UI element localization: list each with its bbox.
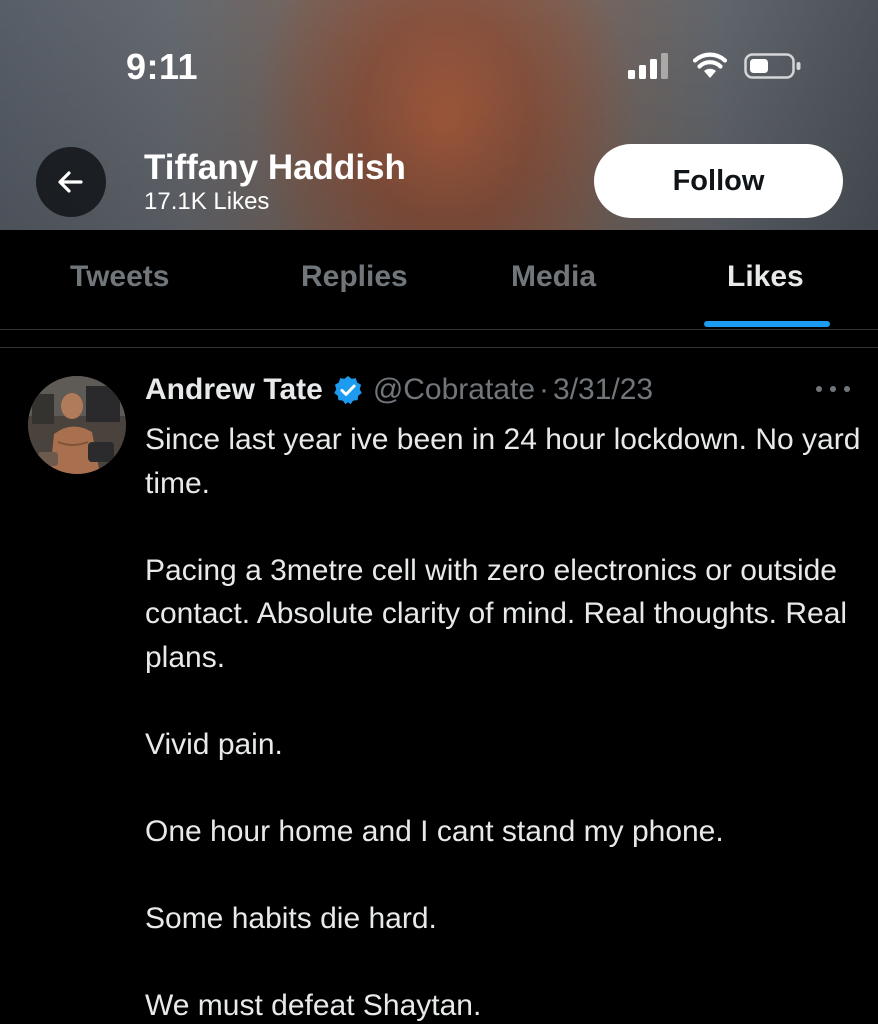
- profile-likes-count: 17.1K Likes: [144, 188, 270, 215]
- profile-tabs: Tweets Replies Media Likes: [0, 230, 878, 330]
- profile-header-banner: 9:11 Tiffany Haddish 17.1K Likes Follow: [0, 0, 878, 230]
- tab-media[interactable]: Media: [511, 260, 596, 294]
- more-dot: [816, 386, 822, 392]
- tweet-text: Since last year ive been in 24 hour lock…: [145, 418, 865, 1024]
- verified-badge-icon: [334, 376, 362, 405]
- tweet-header: Andrew Tate @Cobratate · 3/31/23: [145, 370, 653, 410]
- avatar[interactable]: [28, 376, 126, 474]
- avatar-image: [28, 376, 126, 474]
- tweet-paragraph: Pacing a 3metre cell with zero electroni…: [145, 553, 848, 674]
- active-tab-indicator: [704, 321, 830, 327]
- tweet-date[interactable]: 3/31/23: [553, 373, 653, 407]
- profile-name: Tiffany Haddish: [144, 148, 406, 187]
- tweet-author-handle[interactable]: @Cobratate: [373, 373, 535, 407]
- tweet-author-name[interactable]: Andrew Tate: [145, 373, 323, 407]
- divider: [0, 347, 878, 348]
- follow-button[interactable]: Follow: [594, 144, 843, 218]
- divider: [0, 329, 878, 330]
- tab-replies[interactable]: Replies: [301, 260, 408, 294]
- wifi-icon: [693, 52, 727, 78]
- back-button[interactable]: [36, 147, 106, 217]
- more-dot: [844, 386, 850, 392]
- cellular-signal-icon: [628, 53, 668, 79]
- tweet-paragraph: Since last year ive been in 24 hour lock…: [145, 423, 861, 500]
- tab-tweets[interactable]: Tweets: [70, 260, 169, 294]
- tweet-paragraph: We must defeat Shaytan.: [145, 988, 482, 1022]
- battery-icon: [744, 53, 801, 79]
- tab-likes[interactable]: Likes: [727, 260, 804, 294]
- more-options-icon[interactable]: [816, 374, 850, 404]
- status-bar-time: 9:11: [126, 46, 199, 87]
- tweet-paragraph: One hour home and I cant stand my phone.: [145, 814, 724, 848]
- tweet-separator: ·: [539, 373, 550, 406]
- more-dot: [830, 386, 836, 392]
- arrow-left-icon: [58, 171, 83, 193]
- tweet-paragraph: Vivid pain.: [145, 727, 283, 761]
- tweet-paragraph: Some habits die hard.: [145, 901, 437, 935]
